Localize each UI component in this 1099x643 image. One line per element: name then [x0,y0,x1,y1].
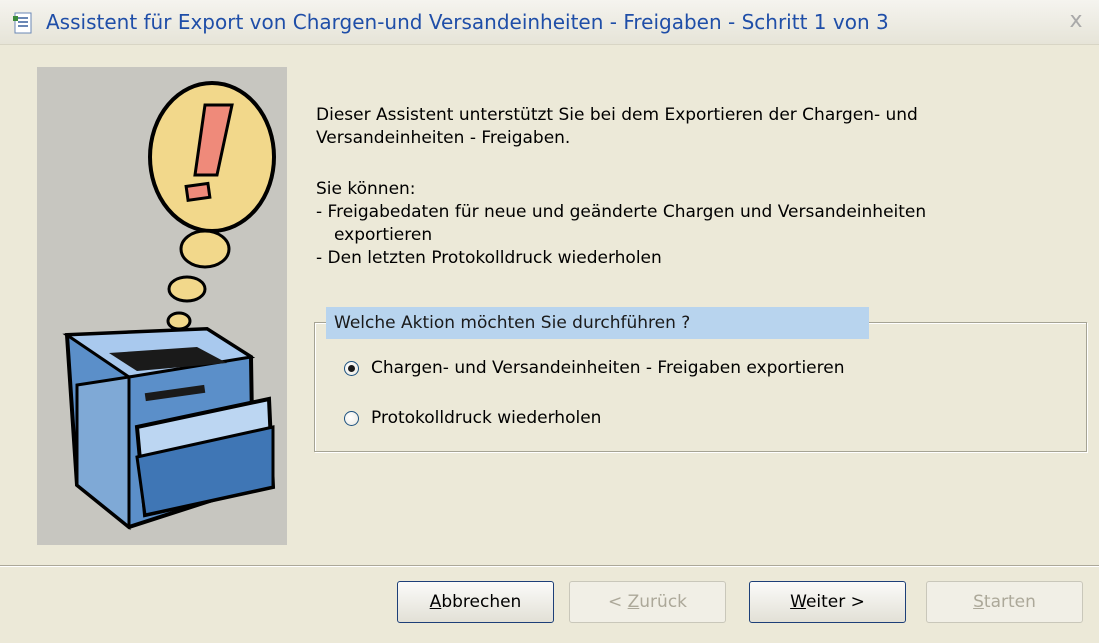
radio-option-reprint-label[interactable]: Protokolldruck wiederholen [371,408,601,428]
intro-line-1: Dieser Assistent unterstützt Sie bei dem… [316,105,918,125]
back-label: urück [639,592,688,612]
next-label: eiter > [805,592,865,612]
option-item-1: - Freigabedaten für neue und geänderte C… [316,202,927,222]
next-mnemonic: W [790,592,806,612]
window-title: Assistent für Export von Chargen-und Ver… [46,10,889,34]
intro-line-2: Versandeinheiten - Freigaben. [316,128,571,148]
option-item-1-continued: exportieren [334,225,433,245]
next-button[interactable]: Weiter > [749,581,906,623]
back-mnemonic: Z [627,592,640,612]
radio-option-export-label[interactable]: Chargen- und Versandeinheiten - Freigabe… [371,358,845,378]
close-icon[interactable]: x [1063,8,1089,34]
start-button[interactable]: Starten [926,581,1083,623]
cancel-mnemonic: A [429,592,442,612]
title-bar[interactable]: Assistent für Export von Chargen-und Ver… [0,0,1099,45]
radio-button-checked[interactable] [344,360,359,376]
groupbox-legend: Welche Aktion möchten Sie durchführen ? [326,307,869,339]
cancel-button[interactable]: Abbrechen [397,581,554,623]
back-button[interactable]: < Zurück [569,581,726,623]
start-label: tarten [983,592,1036,612]
wizard-window-icon [12,11,36,40]
action-groupbox [314,322,1087,452]
button-separator [0,565,1099,567]
radio-button-unchecked[interactable] [344,410,359,426]
printer-warning-illustration [37,67,287,545]
option-item-2: - Den letzten Protokolldruck wiederholen [316,248,662,268]
cancel-label: bbrechen [441,592,522,612]
back-prefix: < [607,592,628,612]
options-heading: Sie können: [316,179,416,199]
radio-option-reprint[interactable]: Protokolldruck wiederholen [344,408,601,428]
radio-option-export[interactable]: Chargen- und Versandeinheiten - Freigabe… [344,358,845,378]
start-mnemonic: S [973,592,984,612]
